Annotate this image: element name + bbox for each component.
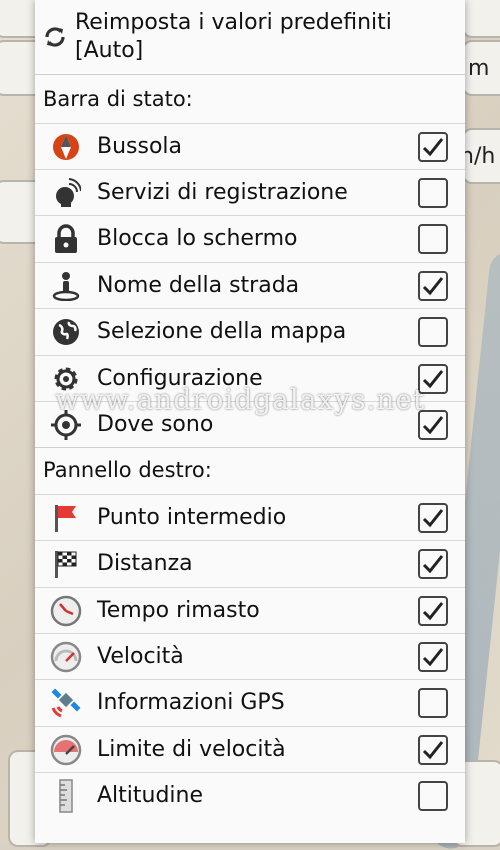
row-label: Velocità: [97, 644, 184, 669]
row-label: Punto intermedio: [97, 505, 287, 530]
row-label: Selezione della mappa: [97, 319, 347, 344]
row-distance[interactable]: Distanza: [35, 540, 465, 586]
divider: [35, 74, 465, 75]
checkered-flag-icon: [35, 549, 97, 579]
person-pin-icon: [35, 271, 97, 301]
row-lock-screen[interactable]: Blocca lo schermo: [35, 215, 465, 261]
row-label: Configurazione: [97, 366, 263, 391]
row-label: Altitudine: [97, 783, 204, 808]
row-label: Limite di velocità: [97, 737, 286, 762]
map-right-panel-speed[interactable]: n/h: [460, 128, 500, 184]
checkbox-configuration[interactable]: [418, 363, 448, 394]
crosshair-icon: [35, 409, 97, 440]
section-right-panel: Pannello destro:: [43, 458, 212, 482]
refresh-icon: [35, 23, 75, 51]
row-waypoint[interactable]: Punto intermedio: [35, 494, 465, 540]
checkbox-compass[interactable]: [418, 131, 448, 162]
row-time-remaining[interactable]: Tempo rimasto: [35, 587, 465, 633]
row-where-am-i[interactable]: Dove sono: [35, 401, 465, 447]
checkbox-speed-limit[interactable]: [418, 734, 448, 765]
checkbox-waypoint[interactable]: [418, 502, 448, 533]
checkbox-altitude[interactable]: [418, 780, 448, 811]
checkbox-lock-screen[interactable]: [418, 223, 448, 254]
row-label: Dove sono: [97, 412, 214, 437]
map-right-panel[interactable]: m: [462, 40, 500, 96]
checkbox-map-selection[interactable]: [418, 316, 448, 347]
checkbox-distance[interactable]: [418, 548, 448, 579]
reset-defaults-row[interactable]: Reimposta i valori predefiniti [Auto]: [35, 0, 465, 73]
lock-icon: [35, 223, 97, 254]
status-bar-settings-dialog: Reimposta i valori predefiniti [Auto] Ba…: [35, 0, 465, 843]
row-street-name[interactable]: Nome della strada: [35, 262, 465, 308]
checkbox-time-remaining[interactable]: [418, 595, 448, 626]
checkbox-gps-info[interactable]: [418, 687, 448, 718]
row-label: Bussola: [97, 134, 183, 159]
map-speed-unit-text: n/h: [460, 144, 496, 169]
checkbox-speed[interactable]: [418, 641, 448, 672]
row-label: Servizi di registrazione: [97, 180, 348, 205]
compass-icon: [35, 132, 97, 162]
map-unit-text: m: [468, 56, 490, 81]
row-speed-limit[interactable]: Limite di velocità: [35, 726, 465, 772]
map-top-right-button[interactable]: [462, 0, 500, 38]
clock-icon: [35, 595, 97, 627]
row-map-selection[interactable]: Selezione della mappa: [35, 308, 465, 354]
section-status-bar: Barra di stato:: [43, 87, 193, 111]
checkbox-street-name[interactable]: [418, 270, 448, 301]
gps-satellite-icon: [35, 686, 97, 720]
gear-icon: [35, 364, 97, 394]
row-configuration[interactable]: Configurazione: [35, 355, 465, 401]
row-gps-info[interactable]: Informazioni GPS: [35, 679, 465, 725]
speed-limit-icon: [35, 734, 97, 766]
red-flag-icon: [35, 503, 97, 533]
row-label: Tempo rimasto: [97, 598, 260, 623]
row-compass[interactable]: Bussola: [35, 123, 465, 169]
row-label: Blocca lo schermo: [97, 226, 298, 251]
row-recording-services[interactable]: Servizi di registrazione: [35, 169, 465, 215]
speedometer-icon: [35, 641, 97, 673]
row-label: Nome della strada: [97, 273, 300, 298]
row-altitude[interactable]: Altitudine: [35, 772, 465, 818]
checkbox-where-am-i[interactable]: [418, 409, 448, 440]
row-label: Distanza: [97, 551, 193, 576]
reset-defaults-label: Reimposta i valori predefiniti [Auto]: [75, 9, 392, 63]
satellite-dish-icon: [35, 177, 97, 208]
globe-icon: [35, 317, 97, 347]
row-speed[interactable]: Velocità: [35, 633, 465, 679]
ruler-icon: [35, 778, 97, 813]
row-label: Informazioni GPS: [97, 690, 285, 715]
checkbox-recording-services[interactable]: [418, 177, 448, 208]
